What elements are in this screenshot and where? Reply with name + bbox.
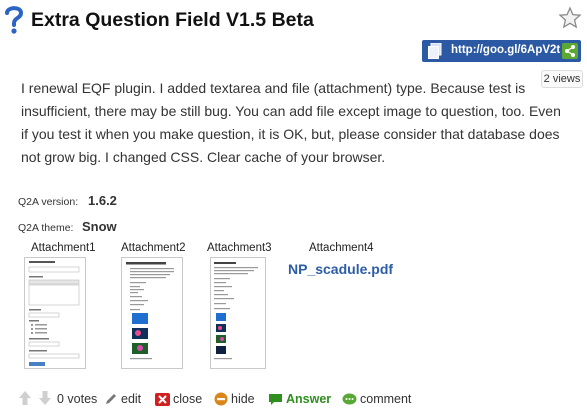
version-value: 1.6.2 xyxy=(88,193,117,208)
attachment-label: Attachment1 xyxy=(31,242,96,254)
shortlink-bar[interactable]: http://goo.gl/6ApV2t xyxy=(422,40,581,62)
form-screenshot-image xyxy=(28,261,80,366)
body-line: not grow big. I changed CSS. Clear cache… xyxy=(21,149,386,165)
attachment-thumbnail[interactable] xyxy=(24,257,86,369)
hide-button[interactable]: hide xyxy=(214,391,255,407)
attachment-thumbnail[interactable] xyxy=(210,257,266,369)
comment-label: comment xyxy=(360,392,412,406)
body-line: I renewal EQF plugin. I added textarea a… xyxy=(21,80,526,96)
question-title: Extra Question Field V1.5 Beta xyxy=(31,9,314,31)
shortlink-url[interactable]: http://goo.gl/6ApV2t xyxy=(451,44,560,56)
pencil-icon xyxy=(106,394,116,404)
comment-icon xyxy=(342,393,357,404)
hide-label: hide xyxy=(231,392,255,406)
share-icon[interactable] xyxy=(562,43,578,59)
document-icon xyxy=(428,43,442,59)
views-count-badge: 2 views xyxy=(541,70,583,88)
vote-down-icon[interactable] xyxy=(38,390,52,406)
question-screenshot-image xyxy=(126,262,174,360)
question-body: I renewal EQF plugin. I added textarea a… xyxy=(21,77,561,169)
question-mark-icon xyxy=(5,6,24,34)
attachment-file-link[interactable]: NP_scadule.pdf xyxy=(288,261,393,277)
edit-button[interactable]: edit xyxy=(104,391,141,407)
question-screenshot-image xyxy=(214,262,258,360)
theme-value: Snow xyxy=(82,219,117,234)
star-icon[interactable] xyxy=(558,6,582,30)
close-x-icon xyxy=(155,392,170,406)
hide-icon xyxy=(214,392,228,406)
attachment-thumbnail[interactable] xyxy=(121,257,183,369)
body-line: if you test it when you make question, i… xyxy=(21,126,560,142)
close-button[interactable]: close xyxy=(155,391,202,407)
attachment-label: Attachment4 xyxy=(309,242,374,254)
close-label: close xyxy=(173,392,203,406)
answer-button[interactable]: Answer xyxy=(268,391,331,407)
vote-up-icon[interactable] xyxy=(18,390,32,406)
vote-count: 0 votes xyxy=(57,391,97,407)
edit-label: edit xyxy=(121,392,142,406)
answer-label: Answer xyxy=(286,392,332,406)
version-label: Q2A version: xyxy=(18,196,79,208)
body-line: insufficient, there may be still bug. Yo… xyxy=(21,103,561,119)
attachment-label: Attachment2 xyxy=(121,242,186,254)
vote-count-text: 0 votes xyxy=(57,392,98,406)
theme-label: Q2A theme: xyxy=(18,222,74,234)
attachment-label: Attachment3 xyxy=(207,242,272,254)
comment-button[interactable]: comment xyxy=(342,391,411,407)
answer-icon xyxy=(269,393,282,405)
